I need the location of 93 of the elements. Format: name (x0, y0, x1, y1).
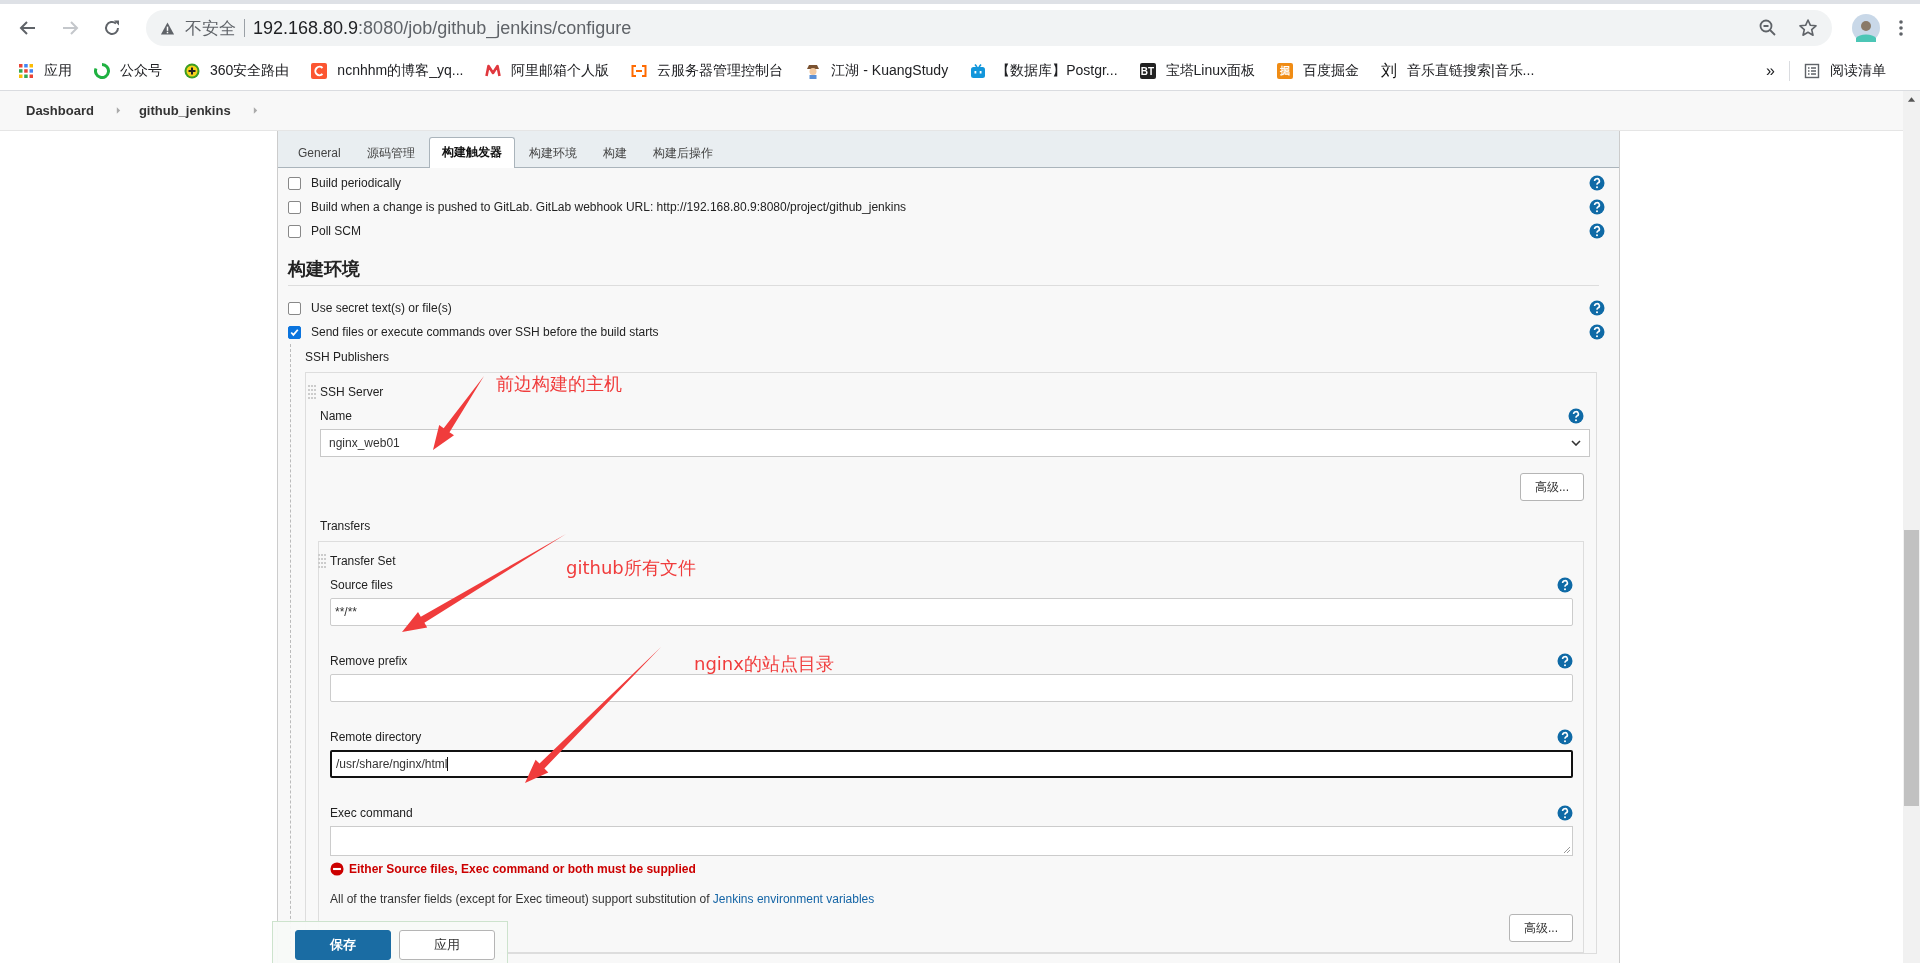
checkbox-label: Send files or execute commands over SSH before the build starts (311, 325, 660, 339)
field-label: Remote directory (330, 730, 422, 744)
tab[interactable]: 构建后操作 (640, 139, 725, 167)
breadcrumb-link[interactable]: Dashboard (26, 103, 94, 118)
tab[interactable]: 构建环境 (516, 139, 589, 167)
save-button[interactable]: 保存 (295, 930, 391, 960)
input-field[interactable]: /usr/share/nginx/html (330, 750, 1573, 778)
annotation-text: nginx的站点目录 (694, 652, 834, 676)
caret-icon (1571, 440, 1581, 446)
env-vars-link[interactable]: Jenkins environment variables (712, 892, 875, 906)
security-label: 不安全 (185, 17, 236, 40)
help-icon[interactable] (1557, 577, 1573, 593)
drag-handle-icon[interactable] (318, 554, 326, 568)
menu-icon[interactable] (1898, 18, 1904, 38)
section-label: SSH Publishers (305, 350, 391, 364)
address-bar[interactable]: 不安全 192.168.80.9:8080/job/github_jenkins/configure (146, 10, 1832, 46)
help-icon[interactable] (1589, 175, 1605, 191)
help-icon[interactable] (1557, 729, 1573, 745)
field-label: Exec command (330, 806, 413, 820)
url-text: 192.168.80.9:8080/job/github_jenkins/configure (253, 17, 632, 39)
checkbox[interactable] (288, 176, 301, 190)
apps-grid-icon (18, 63, 34, 79)
bookmark[interactable]: 刘 音乐直链搜索|音乐... (1381, 62, 1535, 80)
checkbox[interactable] (288, 200, 301, 214)
bookmark[interactable]: 掘 百度掘金 (1277, 62, 1359, 80)
zigzag-logo-icon (485, 63, 502, 79)
bracket-logo-icon (631, 63, 648, 79)
tab[interactable]: 构建 (590, 139, 639, 167)
error-icon (330, 862, 344, 876)
bookmark[interactable]: 360安全路由 (184, 62, 290, 80)
input-field[interactable] (330, 674, 1573, 702)
zoom-out-icon[interactable] (1758, 18, 1778, 38)
profile-avatar-icon[interactable] (1852, 14, 1880, 42)
bookmark-icon: BT (1139, 63, 1156, 79)
arc-logo-icon (311, 63, 328, 79)
tab[interactable]: 源码管理 (354, 139, 427, 167)
reload-icon[interactable] (102, 18, 122, 38)
bookmark[interactable]: 江湖 - KuangStudy (805, 62, 949, 80)
help-icon[interactable] (1568, 408, 1584, 424)
plus-icon (184, 63, 200, 79)
bookmarks-overflow[interactable]: » (1766, 62, 1775, 80)
panel-title: SSH Server (320, 385, 384, 399)
advanced-button[interactable]: 高级... (1520, 473, 1584, 501)
section-label: Transfers (320, 519, 372, 533)
help-text: All of the transfer fields (except for Exec timeout) support substitution of Jenkins environment variables (330, 892, 875, 906)
advanced-button[interactable]: 高级... (1509, 914, 1573, 942)
bookmark[interactable]: 公众号 (94, 62, 162, 80)
bookmark[interactable]: BT 宝塔Linux面板 (1139, 62, 1255, 80)
bookmark-icon: 刘 (1381, 63, 1397, 79)
warning-icon (160, 20, 175, 36)
checkbox[interactable] (288, 301, 301, 315)
help-icon[interactable] (1589, 324, 1605, 340)
figure-icon (805, 63, 822, 79)
reading-list-button[interactable]: 阅读清单 (1804, 62, 1886, 80)
annotation-text: github所有文件 (566, 556, 696, 580)
bookmark[interactable]: 阿里邮箱个人版 (485, 62, 610, 80)
checkbox-label: Build periodically (311, 176, 403, 190)
field-label: Source files (330, 578, 393, 592)
bookmark[interactable]: 应用 (18, 62, 72, 80)
resize-handle-icon[interactable] (1563, 846, 1571, 854)
tv-icon (970, 63, 987, 79)
error-message: Either Source files, Exec command or both must be supplied (349, 862, 696, 876)
checkbox-label: Build when a change is pushed to GitLab. GitLab webhook URL: http://192.168.80.9:8080/project/github_jenkins (311, 200, 908, 214)
ring-icon (94, 63, 110, 79)
checkbox[interactable] (288, 325, 301, 339)
annotation-text: 前边构建的主机 (496, 372, 622, 396)
scroll-up-icon[interactable] (1907, 96, 1916, 102)
bookmark[interactable]: 【数据库】Postgr... (970, 62, 1118, 80)
checkbox[interactable] (288, 224, 301, 238)
field-label: Name (320, 409, 352, 423)
help-icon[interactable] (1589, 199, 1605, 215)
tab[interactable]: General (286, 139, 353, 167)
star-icon[interactable] (1798, 18, 1818, 38)
breadcrumb-link[interactable]: github_jenkins (138, 103, 231, 118)
name-dropdown[interactable]: nginx_web01 (320, 429, 1590, 457)
scrollbar[interactable] (1903, 91, 1920, 963)
tab[interactable]: 构建触发器 (428, 137, 515, 168)
help-icon[interactable] (1589, 223, 1605, 239)
help-icon[interactable] (1557, 653, 1573, 669)
help-icon[interactable] (1557, 805, 1573, 821)
drag-handle-icon[interactable] (308, 385, 316, 399)
checkbox-label: Poll SCM (311, 224, 362, 238)
panel-title: Transfer Set (330, 554, 396, 568)
apply-button[interactable]: 应用 (399, 930, 495, 960)
help-icon[interactable] (1589, 300, 1605, 316)
input-field[interactable]: **/** (330, 598, 1573, 626)
bookmark[interactable]: ncnhhm的博客_yq... (311, 62, 464, 80)
bookmark[interactable]: 云服务器管理控制台 (631, 62, 784, 80)
bookmark-icon: 掘 (1277, 63, 1293, 79)
section-heading: 构建环境 (288, 243, 1599, 286)
field-label: Remove prefix (330, 654, 408, 668)
checkbox-label: Use secret text(s) or file(s) (311, 301, 453, 315)
list-icon (1804, 63, 1820, 79)
